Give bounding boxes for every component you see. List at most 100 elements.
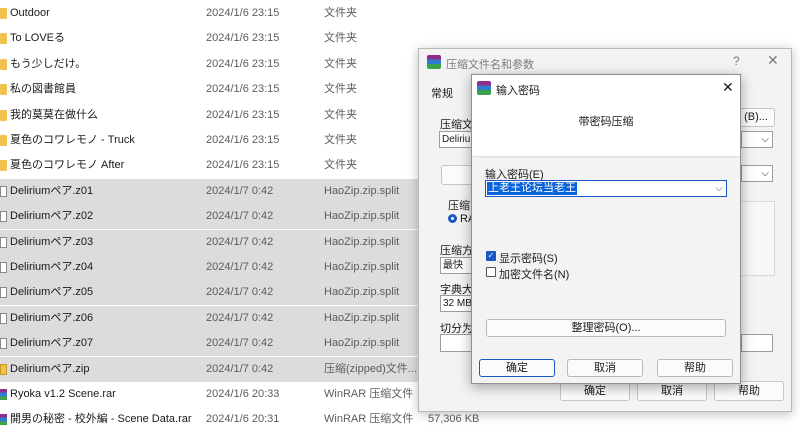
file-name: 私の図書館員 xyxy=(10,83,76,96)
password-dialog-titlebar: 输入密码 ✕ xyxy=(472,75,740,101)
file-row[interactable]: Outdoor 2024/1/6 23:15 文件夹 xyxy=(0,1,520,26)
password-dialog-title: 输入密码 xyxy=(496,85,540,97)
rar-archive-icon xyxy=(0,414,7,426)
folder-icon xyxy=(0,8,7,19)
split-input[interactable] xyxy=(440,334,472,352)
file-type: HaoZip.zip.split xyxy=(324,210,400,223)
file-date: 2024/1/7 0:42 xyxy=(206,184,274,197)
file-type: HaoZip.zip.split xyxy=(324,261,400,273)
file-type: 文件夹 xyxy=(324,83,357,96)
organize-passwords-button[interactable]: 整理密码(O)... xyxy=(486,319,726,337)
file-date: 2024/1/7 0:42 xyxy=(206,210,274,223)
file-icon xyxy=(0,287,7,299)
file-name: もう少しだけ。 xyxy=(10,57,87,70)
chevron-down-icon[interactable]: ⌵ xyxy=(715,181,723,196)
file-date: 2024/1/6 20:31 xyxy=(206,413,280,426)
password-input[interactable]: 上老王论坛当老王 ⌵ xyxy=(485,180,727,197)
file-type: HaoZip.zip.split xyxy=(324,235,400,248)
file-name: Deliriumペア.z06 xyxy=(10,311,94,324)
close-icon[interactable]: ✕ xyxy=(767,52,779,69)
split-unit-select[interactable] xyxy=(741,334,773,352)
file-type: 文件夹 xyxy=(324,32,357,45)
file-date: 2024/1/6 23:15 xyxy=(206,83,280,96)
update-mode-dropdown[interactable]: ⌵ xyxy=(741,165,773,182)
file-type: WinRAR 压缩文件 xyxy=(324,388,414,400)
encrypt-filenames-checkbox[interactable] xyxy=(486,267,496,277)
file-type: 文件夹 xyxy=(324,57,357,70)
file-date: 2024/1/7 0:42 xyxy=(206,286,274,299)
file-date: 2024/1/7 0:42 xyxy=(206,362,274,375)
archive-name-label: 压缩文 xyxy=(440,119,473,131)
file-date: 2024/1/6 23:15 xyxy=(206,7,280,19)
archive-dialog-title: 压缩文件名和参数 xyxy=(446,59,534,71)
file-type: HaoZip.zip.split xyxy=(324,311,400,324)
zip-file-icon xyxy=(0,363,7,375)
file-type: HaoZip.zip.split xyxy=(324,184,400,197)
folder-icon xyxy=(0,135,7,146)
format-label: 压缩 xyxy=(448,200,470,212)
cancel-button[interactable]: 取消 xyxy=(567,359,643,377)
file-name: Deliriumペア.z03 xyxy=(10,235,94,248)
method-select[interactable]: 最快 xyxy=(440,257,472,274)
folder-icon xyxy=(0,84,7,96)
file-name: Deliriumペア.zip xyxy=(10,362,90,375)
password-dialog-header: 带密码压缩 xyxy=(472,101,740,157)
file-type: HaoZip.zip.split xyxy=(324,286,400,299)
file-type: 文件夹 xyxy=(324,159,357,172)
file-name: Deliriumペア.z02 xyxy=(10,210,94,223)
winrar-icon xyxy=(477,81,491,95)
file-date: 2024/1/6 23:15 xyxy=(206,159,280,172)
file-date: 2024/1/6 23:15 xyxy=(206,108,280,121)
folder-icon xyxy=(0,33,7,45)
file-name: Deliriumペア.z04 xyxy=(10,261,94,273)
file-icon xyxy=(0,236,7,248)
close-icon[interactable]: ✕ xyxy=(722,79,734,96)
ok-button[interactable]: 确定 xyxy=(479,359,555,377)
show-password-label: 显示密码(S) xyxy=(499,253,558,265)
folder-icon xyxy=(0,109,7,121)
file-name: 我的莫莫在做什么 xyxy=(10,108,98,121)
ok-button[interactable]: 确定 xyxy=(560,381,630,401)
file-date: 2024/1/6 23:15 xyxy=(206,134,280,146)
file-name: 開男の秘密 - 校外編 - Scene Data.rar xyxy=(10,413,192,426)
rar-archive-icon xyxy=(0,389,7,400)
cancel-button[interactable]: 取消 xyxy=(637,381,707,401)
file-date: 2024/1/7 0:42 xyxy=(206,261,274,273)
help-icon[interactable]: ? xyxy=(733,54,740,68)
file-type: 文件夹 xyxy=(324,134,357,146)
folder-icon xyxy=(0,58,7,70)
file-date: 2024/1/7 0:42 xyxy=(206,337,274,350)
archive-name-input[interactable]: Deliriu xyxy=(439,131,473,148)
rar-radio[interactable] xyxy=(448,214,457,223)
file-type: 压缩(zipped)文件... xyxy=(324,362,417,375)
file-type: WinRAR 压缩文件 xyxy=(324,413,414,426)
profiles-button[interactable] xyxy=(441,165,475,185)
file-type: HaoZip.zip.split xyxy=(324,337,400,350)
file-date: 2024/1/7 0:42 xyxy=(206,235,274,248)
file-name: Ryoka v1.2 Scene.rar xyxy=(10,388,116,400)
file-icon xyxy=(0,312,7,324)
file-icon xyxy=(0,185,7,197)
options-group xyxy=(735,201,775,276)
file-name: 夏色のコワレモノ After xyxy=(10,159,125,172)
file-name: To LOVEる xyxy=(10,32,66,45)
help-button[interactable]: 帮助 xyxy=(657,359,733,377)
password-value: 上老王论坛当老王 xyxy=(487,182,577,195)
show-password-checkbox[interactable]: ✓ xyxy=(486,251,496,261)
help-button[interactable]: 帮助 xyxy=(714,381,784,401)
file-type: 文件夹 xyxy=(324,7,357,19)
file-icon xyxy=(0,262,7,273)
file-name: Deliriumペア.z05 xyxy=(10,286,94,299)
method-label: 压缩方 xyxy=(440,245,473,257)
archive-dialog-titlebar: 压缩文件名和参数 ? ✕ xyxy=(419,49,791,75)
file-icon xyxy=(0,211,7,223)
dictionary-select[interactable]: 32 MB xyxy=(440,295,472,312)
file-type: 文件夹 xyxy=(324,108,357,121)
password-dialog-heading: 带密码压缩 xyxy=(578,116,634,128)
archive-name-dropdown[interactable]: ⌵ xyxy=(741,131,773,148)
tab-general[interactable]: 常规 xyxy=(431,85,453,101)
file-icon xyxy=(0,338,7,350)
encrypt-filenames-label: 加密文件名(N) xyxy=(499,269,570,281)
folder-icon xyxy=(0,160,7,172)
browse-button[interactable]: (B)... xyxy=(737,108,775,127)
